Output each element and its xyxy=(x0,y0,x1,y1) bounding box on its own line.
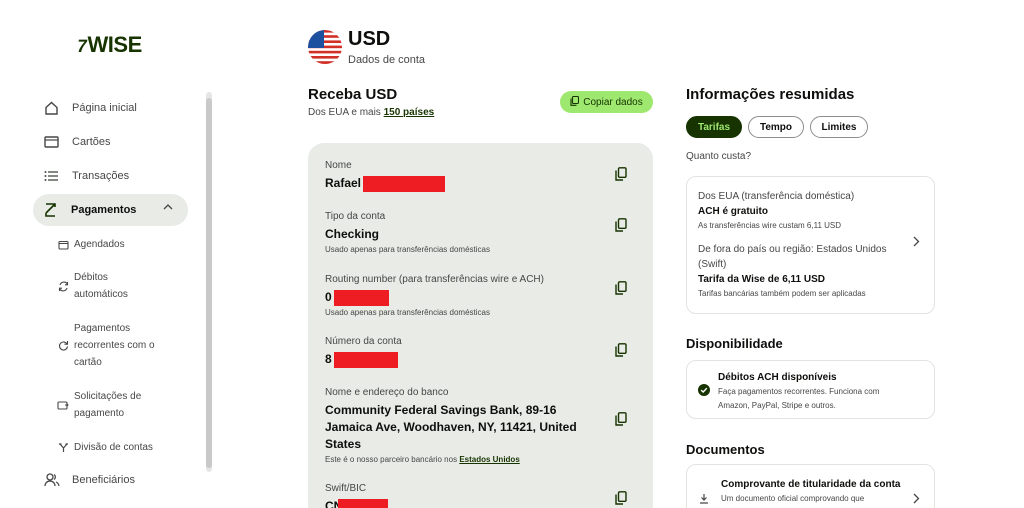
chevron-right-icon xyxy=(913,234,920,250)
payments-icon xyxy=(43,201,69,219)
split-icon xyxy=(52,439,74,456)
copy-icon[interactable] xyxy=(615,167,627,181)
availability-title: Disponibilidade xyxy=(686,336,783,351)
field-label: Swift/BIC xyxy=(325,483,367,494)
people-icon xyxy=(44,471,70,489)
currency-code: USD xyxy=(348,28,391,50)
home-icon xyxy=(44,99,70,117)
availability-box: Débitos ACH disponíveis Faça pagamentos … xyxy=(686,360,935,419)
fees-box[interactable]: Dos EUA (transferência doméstica) ACH é … xyxy=(686,176,935,314)
sidebar-subitem-label: Divisão de contas xyxy=(74,442,153,453)
receive-title: Receba USD xyxy=(308,86,398,103)
field-routing-number: Routing number (para transferências wire… xyxy=(325,274,544,317)
copy-icon[interactable] xyxy=(615,218,627,232)
sidebar-subitem-label: Solicitações de pagamento xyxy=(74,391,142,419)
us-flag-icon xyxy=(308,30,342,64)
copy-icon xyxy=(570,95,580,109)
copy-details-button[interactable]: Copiar dados xyxy=(560,91,653,113)
field-swift-bic: Swift/BIC CN xyxy=(325,483,389,508)
wise-flag-icon: 7 xyxy=(75,36,89,56)
sidebar-subitem-label: Pagamentos recorrentes com o cartão xyxy=(74,323,155,368)
field-name: Nome Rafael xyxy=(325,160,446,192)
copy-icon[interactable] xyxy=(615,343,627,357)
field-value: Community Federal Savings Bank, 89-16 Ja… xyxy=(325,403,577,451)
field-account-number: Número da conta 8 xyxy=(325,336,402,368)
field-label: Tipo da conta xyxy=(325,211,386,222)
field-account-type: Tipo da conta Checking Usado apenas para… xyxy=(325,211,490,254)
field-bank-address: Nome e endereço do banco Community Feder… xyxy=(325,387,577,464)
document-box[interactable]: Comprovante de titularidade da conta Um … xyxy=(686,464,935,508)
sidebar-item-label: Página inicial xyxy=(72,102,137,114)
tab-time[interactable]: Tempo xyxy=(748,116,804,138)
chevron-up-icon[interactable] xyxy=(163,202,173,214)
bank-partner-link[interactable]: Estados Unidos xyxy=(459,455,519,464)
sidebar-subitem-label: Débitos automáticos xyxy=(74,272,128,300)
field-label: Nome e endereço do banco xyxy=(325,387,449,398)
sidebar-subitem-label: Agendados xyxy=(74,239,125,250)
field-value: Rafael xyxy=(325,175,446,192)
redaction-block xyxy=(333,351,398,368)
sidebar-subitem-scheduled[interactable]: Agendados xyxy=(52,236,125,253)
field-value: Checking xyxy=(325,227,380,241)
sidebar-subitem-payment-requests[interactable]: Solicitações de pagamento xyxy=(52,388,141,422)
card-icon xyxy=(44,133,70,151)
calendar-icon xyxy=(52,236,74,253)
wise-logo[interactable]: 7WISE xyxy=(75,32,142,58)
sidebar-item-payments[interactable]: Pagamentos xyxy=(33,194,188,226)
documents-title: Documentos xyxy=(686,442,765,457)
tab-fees[interactable]: Tarifas xyxy=(686,116,742,138)
field-note: Usado apenas para transferências domésti… xyxy=(325,245,490,254)
sidebar-item-home[interactable]: Página inicial xyxy=(34,92,137,124)
sidebar-item-cards[interactable]: Cartões xyxy=(34,126,111,158)
sidebar-item-recipients[interactable]: Beneficiários xyxy=(34,464,135,496)
field-label: Routing number (para transferências wire… xyxy=(325,274,544,285)
request-icon xyxy=(52,388,74,422)
redaction-block xyxy=(333,289,389,306)
field-note: Este é o nosso parceiro bancário nos Est… xyxy=(325,455,520,464)
field-value: 8 xyxy=(325,351,402,368)
redaction-block xyxy=(338,498,389,508)
copy-icon[interactable] xyxy=(615,412,627,426)
sidebar-item-label: Cartões xyxy=(72,136,111,148)
sidebar-subitem-recurring-card[interactable]: Pagamentos recorrentes com o cartão xyxy=(52,320,155,371)
sidebar-scrollbar-thumb[interactable] xyxy=(206,98,212,468)
tab-limits[interactable]: Limites xyxy=(810,116,868,138)
field-value: 0 xyxy=(325,289,544,306)
download-icon xyxy=(699,491,709,508)
sidebar-item-label: Pagamentos xyxy=(71,204,137,216)
sidebar-item-transactions[interactable]: Transações xyxy=(34,160,129,192)
summary-title: Informações resumidas xyxy=(686,86,855,103)
field-note: Usado apenas para transferências domésti… xyxy=(325,308,490,317)
copy-icon[interactable] xyxy=(615,281,627,295)
list-icon xyxy=(44,167,70,185)
sidebar-item-label: Beneficiários xyxy=(72,474,135,486)
countries-link[interactable]: 150 países xyxy=(384,107,435,118)
field-label: Nome xyxy=(325,160,352,171)
sidebar-subitem-direct-debits[interactable]: Débitos automáticos xyxy=(52,269,128,303)
sidebar-subitem-bill-split[interactable]: Divisão de contas xyxy=(52,439,153,456)
receive-subtitle: Dos EUA e mais 150 países xyxy=(308,107,435,118)
chevron-right-icon xyxy=(913,491,920,507)
page-subtitle: Dados de conta xyxy=(348,54,426,66)
field-value: CN xyxy=(325,498,389,508)
refresh-icon xyxy=(52,269,74,303)
recurring-icon xyxy=(52,320,74,371)
sidebar: 7WISE Página inicial Cartões Transações … xyxy=(0,0,215,508)
fees-question: Quanto custa? xyxy=(686,151,752,162)
copy-icon[interactable] xyxy=(615,491,627,505)
check-circle-icon xyxy=(698,383,710,401)
field-label: Número da conta xyxy=(325,336,402,347)
redaction-block xyxy=(363,175,446,192)
sidebar-item-label: Transações xyxy=(72,170,130,182)
